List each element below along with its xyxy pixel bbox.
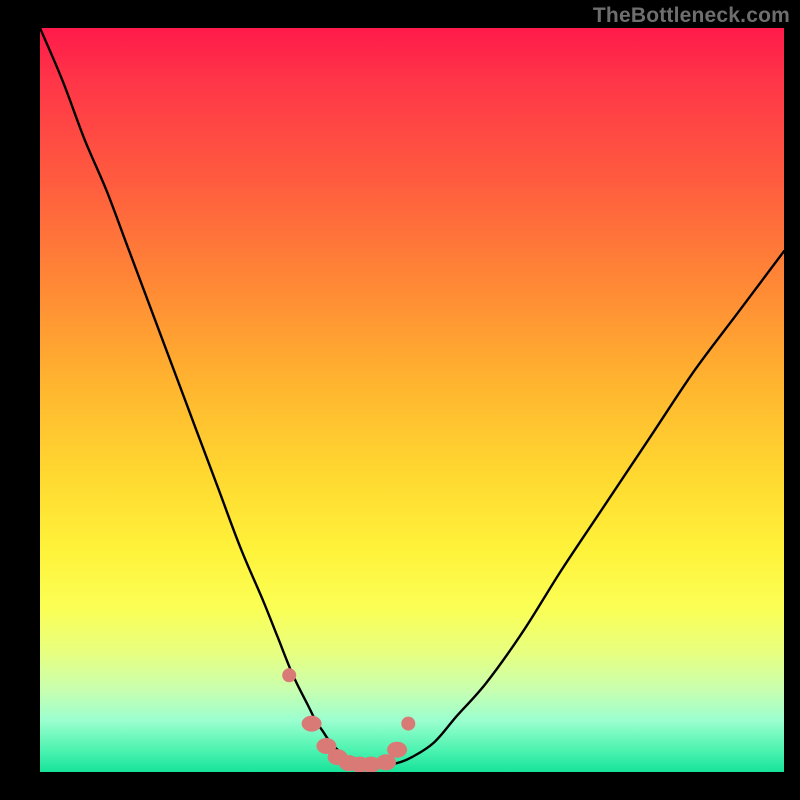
plot-area [40,28,784,772]
curve-marker [282,668,296,682]
curve-marker [302,716,322,732]
chart-frame: TheBottleneck.com [0,0,800,800]
curve-marker [401,717,415,731]
bottleneck-curve [40,28,784,772]
watermark-label: TheBottleneck.com [593,4,790,28]
curve-marker [387,742,407,758]
